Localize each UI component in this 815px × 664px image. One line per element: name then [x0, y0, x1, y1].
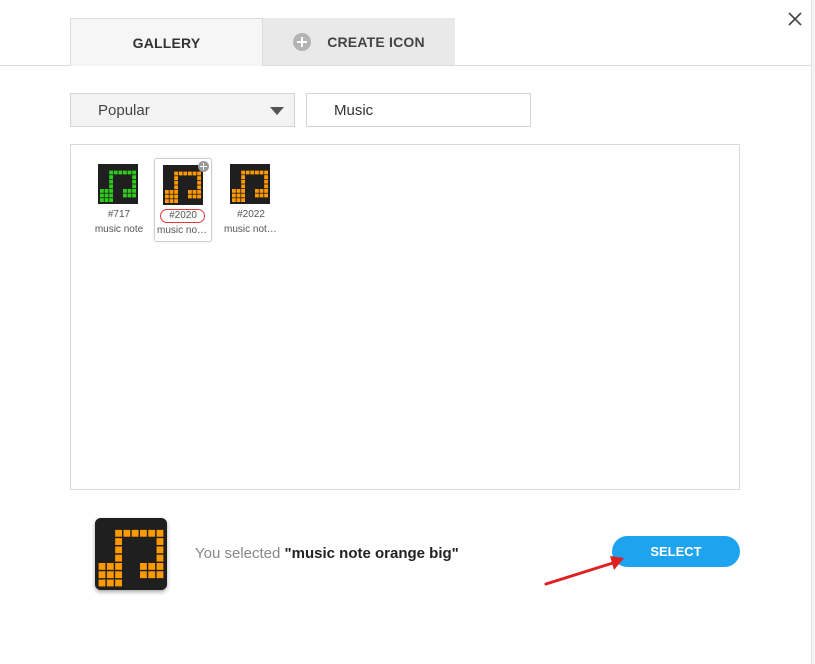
gallery-item-717[interactable]: #717 music note [90, 158, 148, 242]
arrow-annotation [544, 556, 624, 586]
add-icon[interactable] [198, 161, 209, 172]
gallery-item-id: #2022 [237, 209, 265, 220]
chevron-down-icon [270, 107, 284, 115]
plus-circle-icon [293, 32, 312, 51]
music-note-icon [230, 164, 270, 204]
selection-prefix: You selected [195, 545, 285, 562]
selection-name: "music note orange big" [284, 545, 459, 562]
selected-icon-preview [95, 518, 167, 590]
sort-dropdown[interactable]: Popular [70, 93, 295, 127]
close-icon[interactable] [784, 8, 806, 30]
gallery-item-id: #717 [107, 209, 131, 220]
music-note-icon [98, 164, 138, 204]
select-button[interactable]: SELECT [612, 536, 740, 567]
search-input[interactable] [306, 93, 531, 127]
gallery-item-name: music note orange [224, 224, 280, 235]
gallery-item-name: music note orange big [157, 225, 211, 236]
gallery-item-name: music note [94, 224, 144, 235]
tab-create-icon-label: CREATE ICON [327, 33, 425, 50]
window-edge [811, 0, 815, 664]
music-note-icon [163, 165, 203, 205]
sort-dropdown-value: Popular [98, 101, 150, 119]
icon-gallery: #717 music note #2020 music note orange … [70, 144, 740, 490]
selection-message: You selected "music note orange big" [195, 545, 459, 562]
gallery-item-2022[interactable]: #2022 music note orange [222, 158, 280, 242]
tab-gallery[interactable]: GALLERY [70, 18, 263, 66]
tab-gallery-label: GALLERY [132, 34, 201, 51]
tab-create-icon[interactable]: CREATE ICON [263, 18, 455, 65]
gallery-item-2020[interactable]: #2020 music note orange big [154, 158, 212, 242]
gallery-item-id: #2020 [169, 210, 197, 221]
